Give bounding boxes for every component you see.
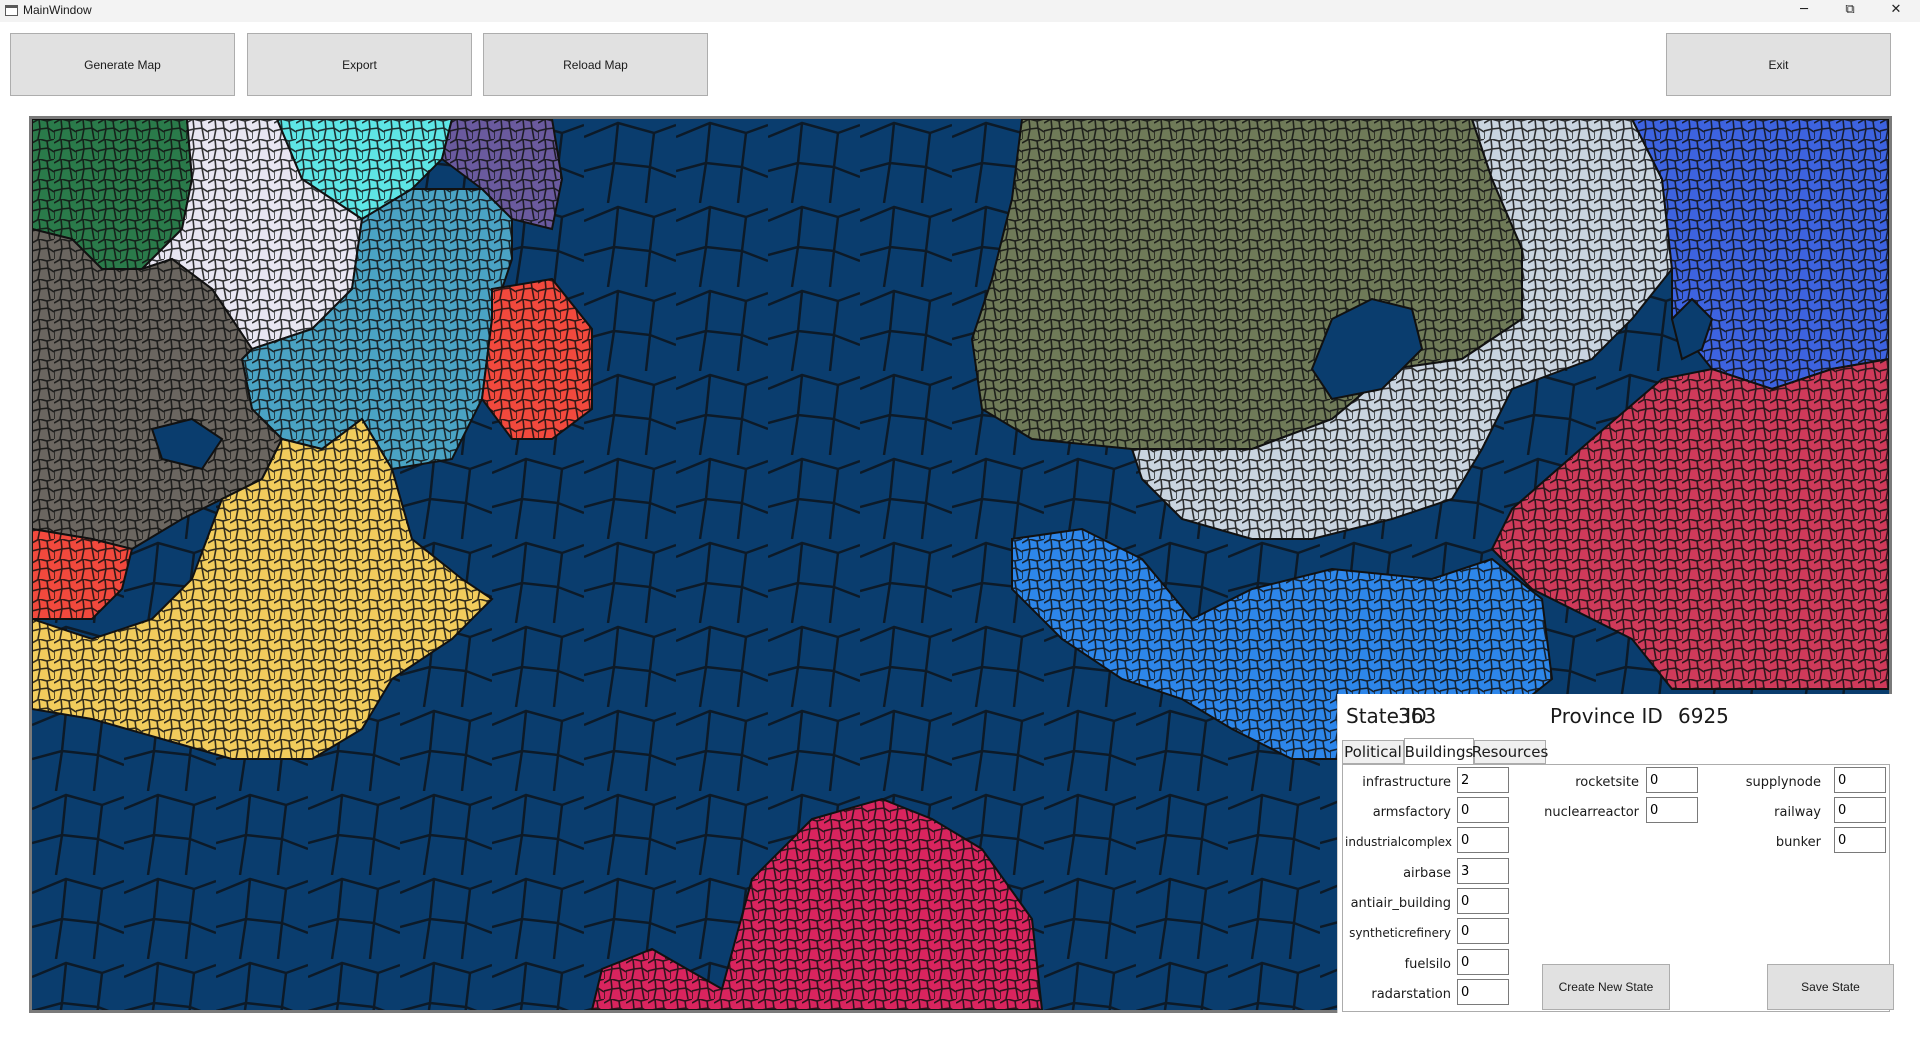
syntheticrefinery-input[interactable] [1457, 918, 1509, 944]
generate-map-button[interactable]: Generate Map [10, 33, 235, 96]
bunker-input[interactable] [1834, 827, 1886, 853]
rocketsite-label: rocketsite [1575, 775, 1639, 790]
supplynode-label: supplynode [1745, 775, 1821, 790]
tab-resources[interactable]: Resources [1472, 740, 1548, 764]
save-state-button[interactable]: Save State [1767, 964, 1894, 1010]
tab-buildings[interactable]: Buildings [1404, 738, 1474, 765]
airbase-label: airbase [1403, 866, 1451, 881]
window-title: MainWindow [23, 3, 92, 17]
restore-icon[interactable]: ⧉ [1827, 0, 1873, 22]
radarstation-label: radarstation [1371, 987, 1451, 1002]
infrastructure-label: infrastructure [1362, 775, 1451, 790]
tab-political[interactable]: Political [1342, 740, 1404, 764]
close-icon[interactable]: ✕ [1873, 0, 1919, 22]
industrialcomplex-label: industrialcomplex [1345, 835, 1452, 849]
railway-input[interactable] [1834, 797, 1886, 823]
export-button[interactable]: Export [247, 33, 472, 96]
province-id-label: Province ID [1550, 704, 1663, 728]
radarstation-input[interactable] [1457, 979, 1509, 1005]
antiair-building-label: antiair_building [1350, 896, 1451, 911]
nuclearreactor-label: nuclearreactor [1544, 805, 1639, 820]
app-window-icon [5, 5, 18, 16]
fuelsilo-input[interactable] [1457, 949, 1509, 975]
nuclearreactor-input[interactable] [1646, 797, 1698, 823]
railway-label: railway [1774, 805, 1821, 820]
infrastructure-input[interactable] [1457, 767, 1509, 793]
exit-button[interactable]: Exit [1666, 33, 1891, 96]
fuelsilo-label: fuelsilo [1404, 957, 1451, 972]
bunker-label: bunker [1775, 835, 1821, 850]
state-id-value: 363 [1398, 704, 1437, 728]
province-id-value: 6925 [1678, 704, 1729, 728]
armsfactory-input[interactable] [1457, 797, 1509, 823]
rocketsite-input[interactable] [1646, 767, 1698, 793]
reload-map-button[interactable]: Reload Map [483, 33, 708, 96]
create-new-state-button[interactable]: Create New State [1542, 964, 1670, 1010]
industrialcomplex-input[interactable] [1457, 827, 1509, 853]
minimize-icon[interactable]: ─ [1781, 0, 1827, 22]
supplynode-input[interactable] [1834, 767, 1886, 793]
title-bar: MainWindow ─ ⧉ ✕ [0, 0, 1920, 22]
buildings-tab-content: infrastructure armsfactory industrialcom… [1342, 764, 1894, 1012]
airbase-input[interactable] [1457, 858, 1509, 884]
state-editor-panel: State ID 363 Province ID 6925 Political … [1337, 694, 1894, 1013]
antiair-building-input[interactable] [1457, 888, 1509, 914]
armsfactory-label: armsfactory [1372, 805, 1451, 820]
syntheticrefinery-label: syntheticrefinery [1349, 926, 1451, 940]
